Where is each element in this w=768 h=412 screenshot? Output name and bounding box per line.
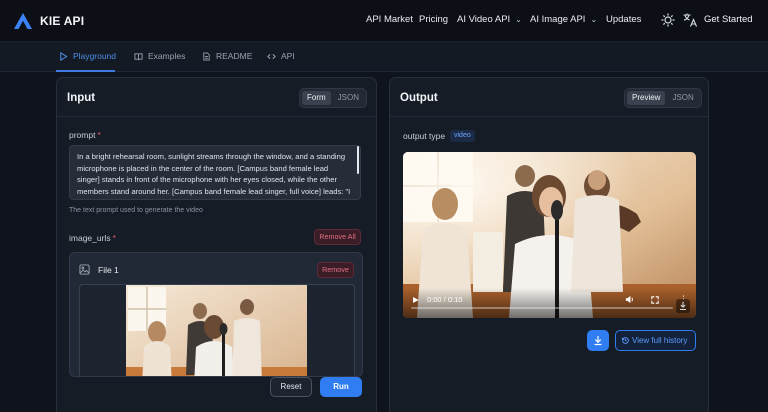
remove-all-button[interactable]: Remove All bbox=[314, 229, 361, 245]
nav-item-label: AI Video API bbox=[457, 14, 511, 25]
fullscreen-icon[interactable] bbox=[651, 296, 659, 304]
required-mark: * bbox=[97, 130, 101, 140]
prompt-label-text: prompt bbox=[69, 130, 96, 140]
brand-name: KIE API bbox=[40, 14, 85, 28]
nav-item-api-market[interactable]: API Market bbox=[366, 14, 413, 25]
download-icon bbox=[594, 336, 602, 346]
translate-icon[interactable] bbox=[682, 12, 698, 28]
tab-label: Examples bbox=[148, 51, 186, 61]
mode-form-button[interactable]: Form bbox=[302, 91, 331, 105]
tab-label: API bbox=[281, 51, 295, 61]
file-preview-frame bbox=[79, 284, 355, 376]
nav-item-pricing[interactable]: Pricing bbox=[419, 14, 448, 25]
top-navbar: KIE API API Market Pricing AI Video API ⌄… bbox=[0, 0, 768, 42]
run-button[interactable]: Run bbox=[320, 377, 362, 397]
video-time: 0:00 / 0:10 bbox=[427, 295, 463, 304]
playground-tabs: Playground Examples README API bbox=[0, 42, 768, 72]
document-icon bbox=[203, 51, 210, 61]
volume-icon[interactable] bbox=[625, 295, 634, 304]
mode-json-button[interactable]: JSON bbox=[667, 91, 698, 105]
prompt-helper-text: The text prompt used to generate the vid… bbox=[69, 207, 203, 214]
file-preview-image bbox=[126, 285, 307, 376]
nav-item-label: Updates bbox=[606, 14, 642, 25]
active-tab-indicator bbox=[56, 70, 115, 72]
output-type-label: output type bbox=[403, 131, 446, 141]
image-urls-label: image_urls * bbox=[69, 233, 116, 243]
history-icon bbox=[621, 337, 629, 344]
chevron-down-icon: ⌄ bbox=[590, 15, 598, 24]
download-button[interactable] bbox=[587, 330, 609, 351]
nav-item-updates[interactable]: Updates bbox=[606, 14, 641, 25]
play-icon bbox=[60, 51, 68, 61]
brand-logo[interactable]: KIE API bbox=[13, 12, 84, 30]
tab-examples[interactable]: Examples bbox=[134, 51, 185, 61]
book-icon bbox=[134, 52, 143, 60]
prompt-scrollbar[interactable] bbox=[357, 146, 359, 174]
code-icon bbox=[267, 53, 276, 59]
image-icon bbox=[79, 264, 90, 275]
view-history-label: View full history bbox=[632, 336, 688, 345]
reset-button[interactable]: Reset bbox=[270, 377, 312, 397]
play-icon[interactable]: ▶ bbox=[413, 295, 419, 304]
input-panel-title: Input bbox=[67, 92, 96, 104]
video-player[interactable]: ▶ 0:00 / 0:10 ⋮ bbox=[403, 152, 696, 318]
nav-item-label: API Market bbox=[366, 14, 413, 25]
required-mark: * bbox=[112, 233, 116, 243]
nav-item-ai-video-api[interactable]: AI Video API ⌄ bbox=[457, 14, 522, 25]
nav-item-ai-image-api[interactable]: AI Image API ⌄ bbox=[530, 14, 597, 25]
output-panel: Output Preview JSON output type video ▶ … bbox=[389, 77, 709, 412]
mode-preview-button[interactable]: Preview bbox=[627, 91, 666, 105]
view-history-button[interactable]: View full history bbox=[615, 330, 696, 351]
image-urls-label-text: image_urls bbox=[69, 233, 111, 243]
panel-divider bbox=[390, 116, 708, 117]
page: KIE API API Market Pricing AI Video API ⌄… bbox=[0, 0, 768, 412]
tab-label: Playground bbox=[73, 51, 117, 61]
prompt-textarea[interactable]: In a bright rehearsal room, sunlight str… bbox=[69, 145, 361, 200]
mode-json-button[interactable]: JSON bbox=[333, 91, 364, 105]
get-started-link[interactable]: Get Started bbox=[704, 14, 753, 25]
prompt-label: prompt * bbox=[69, 130, 101, 140]
video-controls: ▶ 0:00 / 0:10 ⋮ bbox=[403, 288, 696, 318]
output-type-badge: video bbox=[450, 130, 475, 142]
tab-playground[interactable]: Playground bbox=[59, 51, 116, 61]
panel-divider bbox=[57, 116, 376, 117]
nav-item-label: AI Image API bbox=[530, 14, 586, 25]
tab-api[interactable]: API bbox=[267, 51, 295, 61]
tab-label: README bbox=[216, 51, 253, 61]
remove-file-button[interactable]: Remove bbox=[317, 262, 354, 278]
output-mode-toggle: Preview JSON bbox=[624, 88, 702, 108]
input-mode-toggle: Form JSON bbox=[299, 88, 368, 108]
chevron-down-icon: ⌄ bbox=[515, 15, 522, 24]
file-title: File 1 bbox=[98, 265, 119, 275]
nav-item-label: Pricing bbox=[419, 14, 449, 25]
output-panel-title: Output bbox=[400, 92, 438, 104]
tab-readme[interactable]: README bbox=[202, 51, 252, 61]
file-card: File 1 Remove bbox=[69, 252, 363, 377]
sun-icon[interactable] bbox=[660, 12, 676, 28]
logo-icon bbox=[14, 13, 32, 29]
video-progress-bar[interactable] bbox=[411, 307, 673, 309]
video-download-icon[interactable] bbox=[676, 299, 690, 313]
